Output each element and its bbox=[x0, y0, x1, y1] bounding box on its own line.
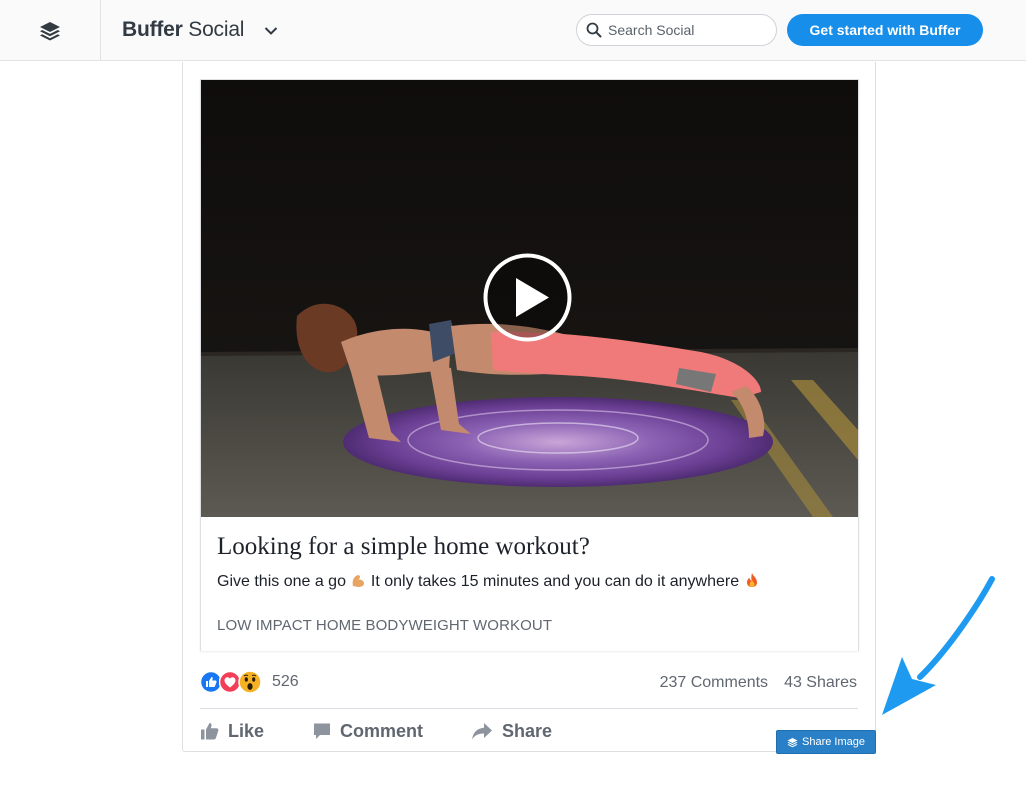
search-input[interactable] bbox=[608, 20, 768, 40]
share-arrow-icon bbox=[472, 723, 492, 740]
search-box[interactable] bbox=[576, 14, 777, 46]
link-description: Give this one a go It only takes 15 minu… bbox=[217, 572, 760, 591]
post-stats: 237 Comments 43 Shares bbox=[660, 674, 857, 692]
facebook-post: Looking for a simple home workout? Give … bbox=[182, 62, 876, 752]
link-domain: LOW IMPACT HOME BODYWEIGHT WORKOUT bbox=[217, 617, 553, 634]
chevron-down-icon[interactable] bbox=[263, 23, 279, 39]
post-author-sliver bbox=[200, 62, 320, 65]
reaction-count[interactable]: 526 bbox=[272, 673, 299, 691]
actions-divider bbox=[200, 708, 858, 709]
like-label: Like bbox=[228, 720, 265, 741]
comment-label: Comment bbox=[340, 720, 424, 741]
wow-reaction-icon bbox=[238, 670, 262, 694]
fire-emoji bbox=[746, 573, 757, 587]
thumbs-up-icon bbox=[201, 723, 219, 740]
reaction-icons bbox=[200, 669, 270, 695]
shares-count[interactable]: 43 Shares bbox=[784, 674, 857, 691]
reactions-summary[interactable]: 526 bbox=[200, 668, 299, 696]
logo-button[interactable] bbox=[0, 0, 101, 61]
share-label: Share bbox=[502, 720, 553, 741]
pointer-arrow-icon bbox=[882, 576, 995, 715]
link-preview-text[interactable]: Looking for a simple home workout? Give … bbox=[201, 517, 858, 651]
link-description-part-2: It only takes 15 minutes and you can do … bbox=[370, 573, 744, 590]
search-icon bbox=[586, 22, 602, 38]
brand-name-regular: Social bbox=[182, 18, 245, 41]
share-image-label: Share Image bbox=[802, 736, 865, 748]
play-icon[interactable] bbox=[483, 253, 572, 342]
comments-count[interactable]: 237 Comments bbox=[660, 674, 769, 691]
video-thumbnail[interactable] bbox=[201, 80, 858, 517]
brand-name-bold: Buffer bbox=[122, 18, 183, 41]
flexed-biceps-emoji bbox=[353, 575, 365, 587]
share-button[interactable]: Share bbox=[470, 718, 552, 744]
get-started-button[interactable]: Get started with Buffer bbox=[787, 14, 983, 46]
buffer-stack-icon bbox=[787, 737, 798, 747]
buffer-stack-icon bbox=[40, 21, 60, 40]
comment-button[interactable]: Comment bbox=[312, 718, 423, 744]
link-description-part-1: Give this one a go bbox=[217, 573, 351, 590]
link-preview-card[interactable]: Looking for a simple home workout? Give … bbox=[200, 79, 859, 651]
comment-icon bbox=[314, 723, 330, 739]
like-button[interactable]: Like bbox=[200, 718, 264, 744]
top-header: Buffer Social Get started with Buffer bbox=[0, 0, 1026, 61]
brand-name[interactable]: Buffer Social bbox=[122, 18, 244, 42]
link-title[interactable]: Looking for a simple home workout? bbox=[217, 533, 590, 561]
share-image-button[interactable]: Share Image bbox=[776, 730, 876, 754]
